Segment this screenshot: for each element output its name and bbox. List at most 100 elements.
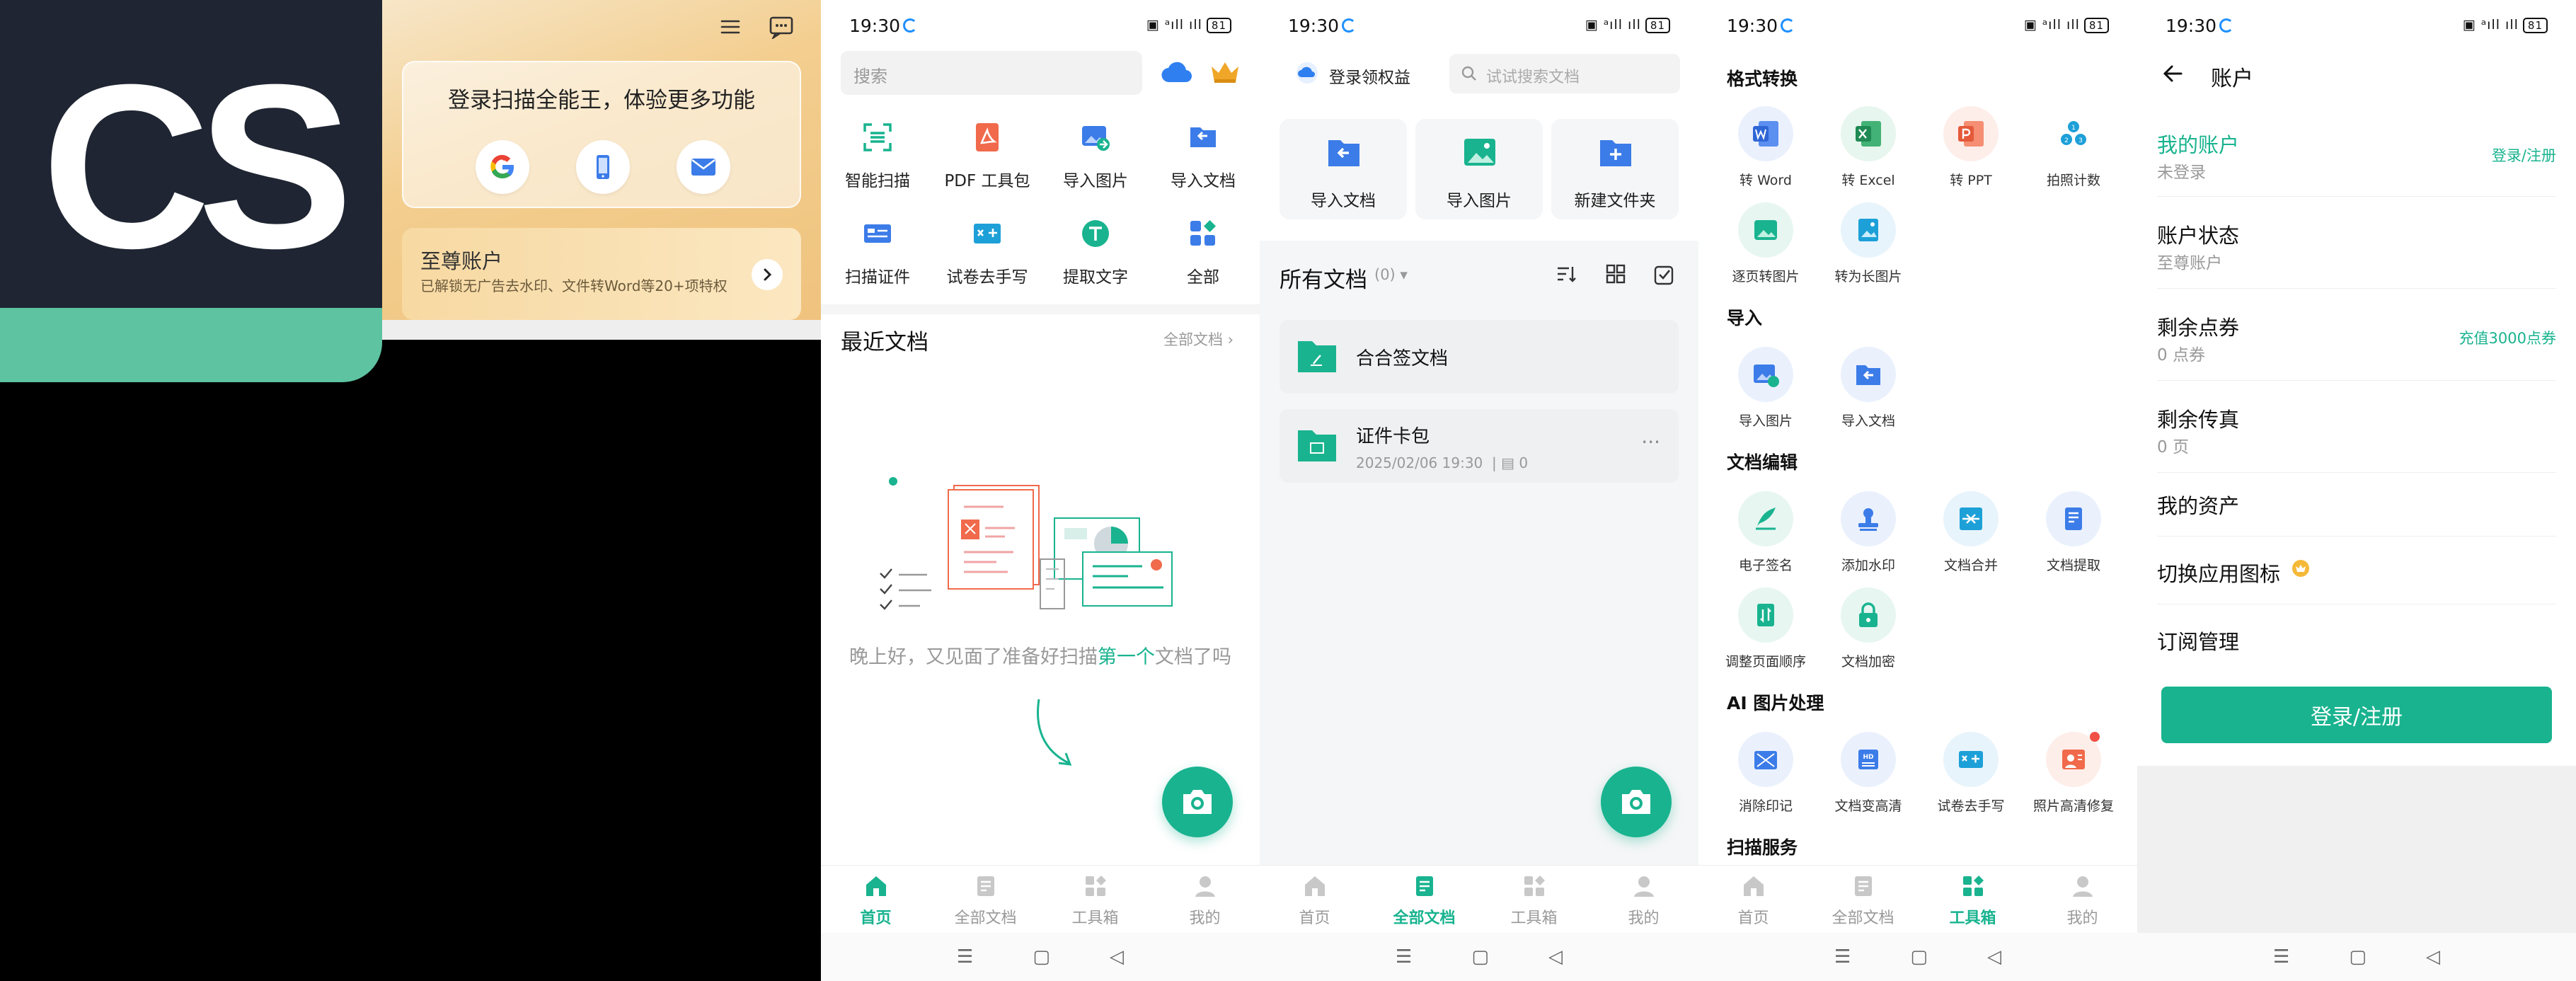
subscription-row[interactable]: 订阅管理 xyxy=(2157,616,2556,672)
nav-menu-icon[interactable]: ☰ xyxy=(1834,946,1851,968)
tool-to-ppt[interactable]: 转 PPT xyxy=(1918,106,2024,189)
nav-back-icon[interactable]: ◁ xyxy=(2426,946,2440,968)
more-options-icon[interactable]: ··· xyxy=(1641,430,1660,454)
login-register-link[interactable]: 登录/注册 xyxy=(2492,144,2556,166)
tool-import-doc[interactable]: 导入文档 xyxy=(1150,117,1256,191)
new-folder-action[interactable]: 新建文件夹 xyxy=(1551,119,1679,219)
tool-remove-handwriting[interactable]: 试卷去手写 xyxy=(1918,732,2024,815)
grid-view-icon[interactable] xyxy=(1605,263,1626,285)
my-account-row[interactable]: 我的账户 未登录 登录/注册 xyxy=(2157,119,2556,197)
switch-icon-row[interactable]: 切换应用图标 xyxy=(2157,548,2556,604)
folder-row[interactable]: 证件卡包 2025/02/06 19:30 | ▤ 0 ··· xyxy=(1280,409,1679,483)
nav-back-icon[interactable]: ◁ xyxy=(1987,946,2001,968)
camera-button[interactable] xyxy=(1162,767,1233,837)
tool-page-to-image[interactable]: 逐页转图片 xyxy=(1713,202,1819,285)
tab-all-docs[interactable]: 全部文档 xyxy=(1369,866,1479,933)
tab-toolbox[interactable]: 工具箱 xyxy=(1918,866,2028,933)
cloud-icon[interactable] xyxy=(1294,62,1321,86)
nav-home-icon[interactable]: ▢ xyxy=(1910,946,1928,968)
tool-photo-restore[interactable]: 照片高清修复 xyxy=(2020,732,2127,815)
login-benefit-link[interactable]: 登录领权益 xyxy=(1329,64,1410,88)
tool-merge-docs[interactable]: 文档合并 xyxy=(1918,491,2024,574)
login-register-button[interactable]: 登录/注册 xyxy=(2161,687,2552,743)
tab-toolbox[interactable]: 工具箱 xyxy=(1040,866,1150,933)
cloud-icon[interactable] xyxy=(1159,59,1195,88)
folder-row[interactable]: 合合签文档 xyxy=(1280,320,1679,394)
tab-home[interactable]: 首页 xyxy=(821,866,931,933)
scan-menu-icon[interactable] xyxy=(716,13,744,41)
excel-icon xyxy=(1841,106,1896,161)
sort-icon[interactable] xyxy=(1556,263,1577,285)
svg-text:3: 3 xyxy=(2078,137,2083,144)
user-icon xyxy=(1633,876,1654,897)
tool-add-watermark[interactable]: 添加水印 xyxy=(1815,491,1921,574)
tool-to-word[interactable]: 转 Word xyxy=(1713,106,1819,189)
tool-encrypt-doc[interactable]: 文档加密 xyxy=(1815,587,1921,670)
nav-home-icon[interactable]: ▢ xyxy=(1033,946,1050,968)
vip-account-card[interactable]: 至尊账户 已解锁无广告去水印、文件转Word等20+项特权 xyxy=(402,228,801,320)
system-nav-bar: ☰ ▢ ◁ xyxy=(1260,933,1698,981)
import-doc-action[interactable]: 导入文档 xyxy=(1280,119,1407,219)
tool-remove-handwriting[interactable]: 试卷去手写 xyxy=(934,214,1040,287)
tool-doc-hd[interactable]: HD 文档变高清 xyxy=(1815,732,1921,815)
tool-import-doc[interactable]: 导入文档 xyxy=(1815,347,1921,430)
tool-all[interactable]: 全部 xyxy=(1150,214,1256,287)
tool-pdf-kit[interactable]: PDF 工具包 xyxy=(934,117,1040,191)
bottom-tab-bar: 首页 全部文档 工具箱 我的 xyxy=(1260,865,1698,933)
nav-back-icon[interactable]: ◁ xyxy=(1548,946,1563,968)
tool-long-image[interactable]: 转为长图片 xyxy=(1815,202,1921,285)
search-placeholder: 搜索 xyxy=(853,67,887,86)
tool-to-excel[interactable]: 转 Excel xyxy=(1815,106,1921,189)
phone-login-icon[interactable] xyxy=(576,140,630,194)
crown-icon[interactable] xyxy=(1209,59,1241,88)
tab-me[interactable]: 我的 xyxy=(1589,866,1698,933)
import-doc-icon xyxy=(1328,140,1359,166)
chevron-right-icon[interactable] xyxy=(752,259,783,290)
tool-e-signature[interactable]: 电子签名 xyxy=(1713,491,1819,574)
nav-menu-icon[interactable]: ☰ xyxy=(957,946,973,968)
nav-back-icon[interactable]: ◁ xyxy=(1110,946,1124,968)
empty-message-part: 文档了吗 xyxy=(1155,646,1231,668)
tab-all-docs[interactable]: 全部文档 xyxy=(931,866,1040,933)
import-image-action[interactable]: 导入图片 xyxy=(1415,119,1543,219)
nav-menu-icon[interactable]: ☰ xyxy=(1396,946,1412,968)
recharge-link[interactable]: 充值3000点券 xyxy=(2459,327,2556,348)
coupons-row[interactable]: 剩余点券 0 点券 充值3000点券 xyxy=(2157,302,2556,381)
tab-home[interactable]: 首页 xyxy=(1260,866,1369,933)
row-label: 剩余传真 xyxy=(2157,408,2240,432)
google-login-icon[interactable] xyxy=(476,140,529,194)
tool-scan-id[interactable]: 扫描证件 xyxy=(824,214,931,287)
tool-import-image[interactable]: 导入图片 xyxy=(1713,347,1819,430)
id-card-icon xyxy=(858,214,897,253)
message-icon[interactable] xyxy=(767,13,795,41)
nav-home-icon[interactable]: ▢ xyxy=(2349,946,2367,968)
docs-count-dropdown[interactable]: (0) ▾ xyxy=(1374,266,1408,283)
nav-menu-icon[interactable]: ☰ xyxy=(2273,946,2289,968)
tab-toolbox[interactable]: 工具箱 xyxy=(1479,866,1589,933)
tool-extract-doc[interactable]: 文档提取 xyxy=(2020,491,2127,574)
all-docs-link[interactable]: 全部文档 › xyxy=(1163,328,1234,350)
tool-extract-text[interactable]: 提取文字 xyxy=(1042,214,1149,287)
tab-all-docs[interactable]: 全部文档 xyxy=(1808,866,1918,933)
search-icon xyxy=(1461,66,1476,81)
email-login-icon[interactable] xyxy=(677,140,730,194)
multi-select-icon[interactable] xyxy=(1653,263,1676,286)
battery-icon: 81 xyxy=(2522,18,2548,33)
tool-photo-count[interactable]: 1 2 3 拍照计数 xyxy=(2020,106,2127,189)
doc-search-input[interactable]: 试试搜索文档 xyxy=(1449,54,1680,93)
home-icon xyxy=(1743,876,1764,896)
search-input[interactable]: 搜索 xyxy=(841,51,1142,95)
action-label: 新建文件夹 xyxy=(1574,192,1656,210)
nav-home-icon[interactable]: ▢ xyxy=(1471,946,1489,968)
tool-reorder-pages[interactable]: 调整页面顺序 xyxy=(1713,587,1819,670)
tab-me[interactable]: 我的 xyxy=(1150,866,1260,933)
tool-import-image[interactable]: 导入图片 xyxy=(1042,117,1149,191)
tab-me[interactable]: 我的 xyxy=(2028,866,2137,933)
back-arrow-icon[interactable] xyxy=(2161,62,2184,85)
tool-remove-marks[interactable]: 消除印记 xyxy=(1713,732,1819,815)
camera-button[interactable] xyxy=(1601,767,1672,837)
tab-home[interactable]: 首页 xyxy=(1698,866,1808,933)
tool-smart-scan[interactable]: 智能扫描 xyxy=(824,117,931,191)
assets-row[interactable]: 我的资产 xyxy=(2157,480,2556,537)
status-bar: 19:30 ▣ ᵃıll ıll 81 xyxy=(2137,0,2576,51)
